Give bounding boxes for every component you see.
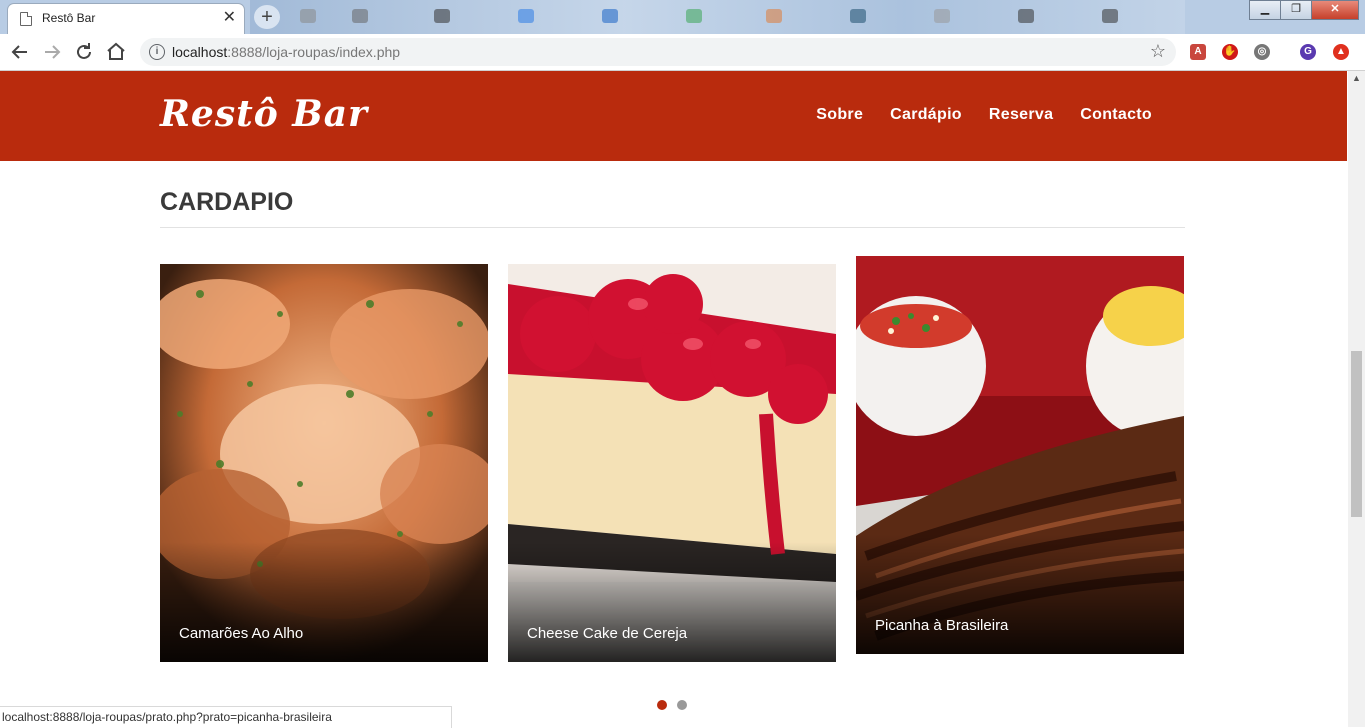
close-window-button[interactable]: ✕ [1311, 0, 1359, 20]
nav-link-reserva[interactable]: Reserva [989, 106, 1053, 124]
background-tab-icon[interactable] [1018, 9, 1034, 23]
background-tab-icon[interactable] [934, 9, 950, 23]
scrollbar-thumb[interactable] [1351, 351, 1362, 517]
background-tab-icon[interactable] [602, 9, 618, 23]
card-title[interactable]: Camarões Ao Alho [179, 625, 303, 642]
link-status-bar: localhost:8888/loja-roupas/prato.php?pra… [0, 706, 452, 728]
address-bar[interactable]: i localhost:8888/loja-roupas/index.php ☆ [140, 38, 1176, 66]
card-title[interactable]: Picanha à Brasileira [875, 617, 1008, 634]
minimize-button[interactable]: ▁ [1249, 0, 1281, 20]
upload-extension-icon[interactable]: ▲ [1333, 44, 1349, 60]
dev-tools-extension-icon[interactable]: ◎ [1254, 44, 1270, 60]
page-favicon-icon [20, 12, 32, 26]
browser-toolbar: i localhost:8888/loja-roupas/index.php ☆… [0, 34, 1365, 71]
page-viewport: Restô Bar Sobre Cardápio Reserva Contact… [0, 71, 1347, 727]
maximize-button[interactable]: ❐ [1280, 0, 1312, 20]
browser-tab-strip: Restô Bar ✕ + ▁ ❐ ✕ [0, 0, 1365, 34]
section-divider [160, 227, 1185, 228]
scroll-up-arrow-icon[interactable]: ▲ [1352, 73, 1361, 83]
home-icon[interactable] [104, 40, 128, 64]
menu-card-picanha[interactable]: Picanha à Brasileira [856, 256, 1184, 654]
background-tab-icon[interactable] [434, 9, 450, 23]
star-icon[interactable]: ☆ [1150, 41, 1166, 62]
background-tab-icon[interactable] [850, 9, 866, 23]
site-header: Restô Bar Sobre Cardápio Reserva Contact… [0, 71, 1347, 161]
profile-avatar-icon[interactable]: G [1300, 44, 1316, 60]
site-info-icon[interactable]: i [149, 44, 165, 60]
close-tab-icon[interactable]: ✕ [223, 8, 236, 28]
back-arrow-icon[interactable] [8, 40, 32, 64]
background-tab-icon[interactable] [352, 9, 368, 23]
background-tab-icon[interactable] [766, 9, 782, 23]
main-nav: Sobre Cardápio Reserva Contacto [816, 106, 1152, 124]
carousel-dot[interactable] [677, 700, 687, 710]
carousel-dot[interactable] [657, 700, 667, 710]
adblock-icon[interactable]: ✋ [1222, 44, 1238, 60]
url-text: localhost:8888/loja-roupas/index.php [172, 44, 401, 60]
card-overlay [508, 542, 836, 662]
menu-card-cheesecake[interactable]: Cheese Cake de Cereja [508, 264, 836, 662]
card-title[interactable]: Cheese Cake de Cereja [527, 625, 687, 642]
carousel-pagination [657, 700, 687, 710]
menu-card-camaroes[interactable]: Camarões Ao Alho [160, 264, 488, 662]
background-tab-icon[interactable] [1102, 9, 1118, 23]
tab-title: Restô Bar [42, 11, 96, 25]
nav-link-contacto[interactable]: Contacto [1080, 106, 1152, 124]
card-overlay [160, 542, 488, 662]
active-tab[interactable]: Restô Bar ✕ [8, 4, 244, 34]
nav-link-cardapio[interactable]: Cardápio [890, 106, 962, 124]
new-tab-button[interactable]: + [254, 5, 280, 29]
window-controls: ▁ ❐ ✕ [1249, 0, 1359, 20]
background-tab-icon[interactable] [686, 9, 702, 23]
reload-icon[interactable] [72, 40, 96, 64]
brand-logo[interactable]: Restô Bar [160, 93, 368, 135]
page-scrollbar[interactable]: ▲ [1348, 71, 1365, 727]
background-tab-icon[interactable] [300, 9, 316, 23]
background-tab-icon[interactable] [518, 9, 534, 23]
pdf-extension-icon[interactable]: A [1190, 44, 1206, 60]
nav-link-sobre[interactable]: Sobre [816, 106, 863, 124]
background-tabs [250, 0, 1185, 34]
card-overlay [856, 534, 1184, 654]
section-title: CARDAPIO [160, 188, 294, 216]
forward-arrow-icon[interactable] [40, 40, 64, 64]
